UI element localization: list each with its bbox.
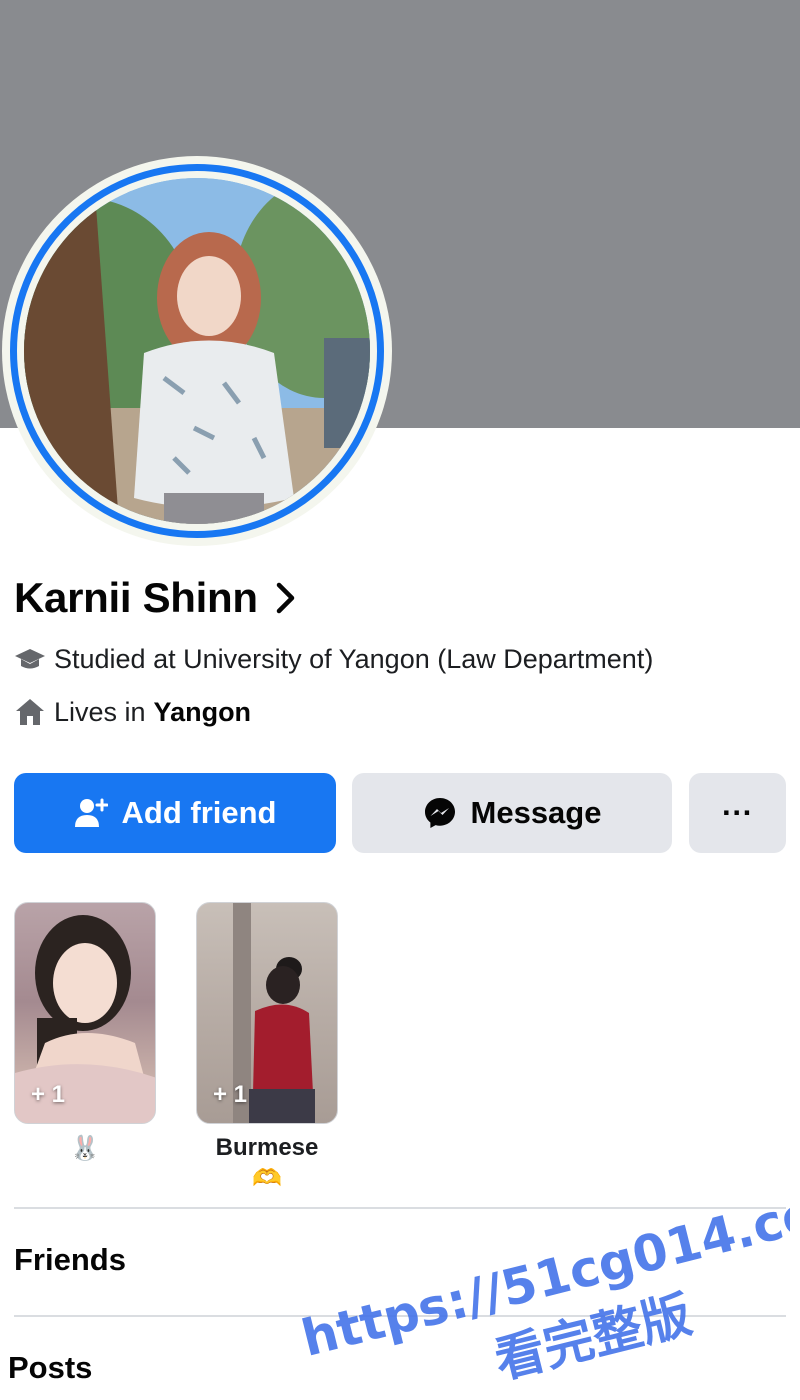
message-label: Message (470, 795, 602, 830)
friends-section-title[interactable]: Friends (14, 1242, 126, 1278)
highlight-emoji: 🐰 (70, 1135, 100, 1162)
messenger-icon (424, 798, 455, 828)
highlight-count: + 1 (213, 1081, 248, 1108)
user-plus-icon (74, 798, 108, 827)
section-divider (14, 1315, 786, 1317)
add-friend-button[interactable]: Add friend (14, 773, 336, 853)
message-button[interactable]: Message (352, 773, 672, 853)
location-info: Lives in Yangon (14, 696, 251, 728)
graduation-cap-icon (15, 649, 45, 669)
education-text: Studied at University of Yangon (Law Dep… (54, 643, 654, 674)
more-options-icon: ··· (722, 795, 753, 830)
lives-city[interactable]: Yangon (154, 697, 252, 728)
highlight-item[interactable]: + 1 🐰 (14, 902, 156, 1163)
add-friend-label: Add friend (121, 795, 277, 830)
profile-name[interactable]: Karnii Shinn (14, 574, 258, 622)
watermark-overlay: https://51cg014.com 看完整版 (296, 1180, 790, 1390)
posts-section-title[interactable]: Posts (8, 1350, 92, 1386)
profile-photo-illustration (24, 178, 370, 524)
highlight-cover: + 1 (196, 902, 338, 1124)
lives-prefix: Lives in (54, 696, 146, 727)
highlight-cover: + 1 (14, 902, 156, 1124)
chevron-right-icon[interactable] (274, 580, 298, 616)
story-ring (10, 164, 384, 538)
section-divider (14, 1207, 786, 1209)
highlight-title: Burmese (215, 1134, 319, 1161)
education-info: Studied at University of Yangon (Law Dep… (14, 643, 653, 675)
highlight-emoji: 🫶 (252, 1165, 282, 1192)
highlight-item[interactable]: + 1 Burmese 🫶 (196, 902, 338, 1193)
profile-name-row[interactable]: Karnii Shinn (14, 574, 298, 622)
watermark-caption: 看完整版 (489, 1285, 697, 1390)
highlight-count: + 1 (31, 1081, 66, 1108)
house-icon (16, 699, 44, 725)
profile-photo (24, 178, 370, 524)
profile-picture[interactable] (2, 156, 392, 546)
more-options-button[interactable]: ··· (689, 773, 786, 853)
